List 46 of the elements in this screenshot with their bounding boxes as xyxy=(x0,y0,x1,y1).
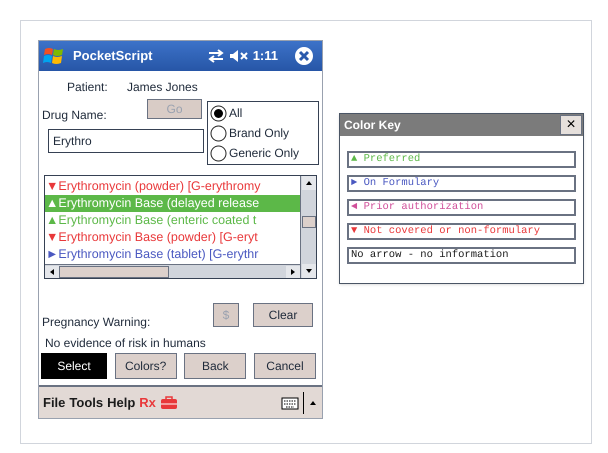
radio-label[interactable]: Brand Only xyxy=(229,124,290,142)
result-row[interactable]: ▼Erythromycin (powder) [G-erythromy xyxy=(45,178,300,195)
clear-button[interactable]: Clear xyxy=(253,303,313,327)
radio-label[interactable]: Generic Only xyxy=(229,144,300,162)
dialog-title: Color Key xyxy=(344,117,401,134)
action-button[interactable]: Select xyxy=(41,353,107,379)
scroll-left-icon[interactable] xyxy=(45,266,59,278)
sync-arrows-icon[interactable] xyxy=(206,49,225,63)
color-key-item: ► On Formulary xyxy=(347,175,576,192)
result-row[interactable]: ▼Erythromycin Base (powder) [G-eryt xyxy=(45,229,300,246)
scroll-thumb[interactable] xyxy=(302,216,316,228)
close-button[interactable]: × xyxy=(560,115,582,135)
menu-item[interactable]: File xyxy=(43,392,66,412)
action-button[interactable]: Back xyxy=(184,353,246,379)
horizontal-scrollbar[interactable] xyxy=(45,264,300,278)
scroll-thumb[interactable] xyxy=(59,266,169,278)
pregnancy-warning-label: Pregnancy Warning: xyxy=(42,314,150,331)
speaker-muted-icon[interactable] xyxy=(228,49,249,63)
color-key-item: No arrow - no information xyxy=(347,247,576,264)
radio-button[interactable] xyxy=(210,144,227,162)
patient-name: James Jones xyxy=(127,79,198,96)
result-row[interactable]: ►Erythromycin Base (tablet) [G-erythr xyxy=(45,246,300,263)
drug-name-field[interactable]: Erythro xyxy=(48,129,204,153)
keyboard-icon[interactable] xyxy=(281,396,299,410)
color-key-item: ◄ Prior authorization xyxy=(347,199,576,216)
patient-label: Patient: xyxy=(67,79,108,96)
vertical-scrollbar[interactable] xyxy=(300,176,316,278)
drug-name-label: Drug Name: xyxy=(42,107,107,124)
scroll-right-icon[interactable] xyxy=(286,266,300,278)
action-button[interactable]: Colors? xyxy=(114,353,177,379)
radio-label[interactable]: All xyxy=(229,104,242,122)
radio-button[interactable] xyxy=(210,104,227,122)
app-title: PocketScript xyxy=(73,47,152,66)
briefcase-icon[interactable] xyxy=(160,396,178,410)
clock-time: 1:11 xyxy=(252,47,278,66)
color-key-item: ▲ Preferred xyxy=(347,151,576,168)
scroll-down-icon[interactable] xyxy=(302,264,316,278)
menu-item[interactable]: Tools xyxy=(69,392,104,412)
menu-item[interactable]: Help xyxy=(107,392,136,412)
windows-logo-icon[interactable] xyxy=(43,46,65,66)
scroll-up-icon[interactable] xyxy=(302,176,316,190)
color-key-item: ▼ Not covered or non-formulary xyxy=(347,223,576,240)
close-icon[interactable] xyxy=(294,46,314,66)
radio-button[interactable] xyxy=(210,124,227,142)
action-button[interactable]: Cancel xyxy=(254,353,316,379)
pregnancy-warning-text: No evidence of risk in humans xyxy=(45,335,206,352)
